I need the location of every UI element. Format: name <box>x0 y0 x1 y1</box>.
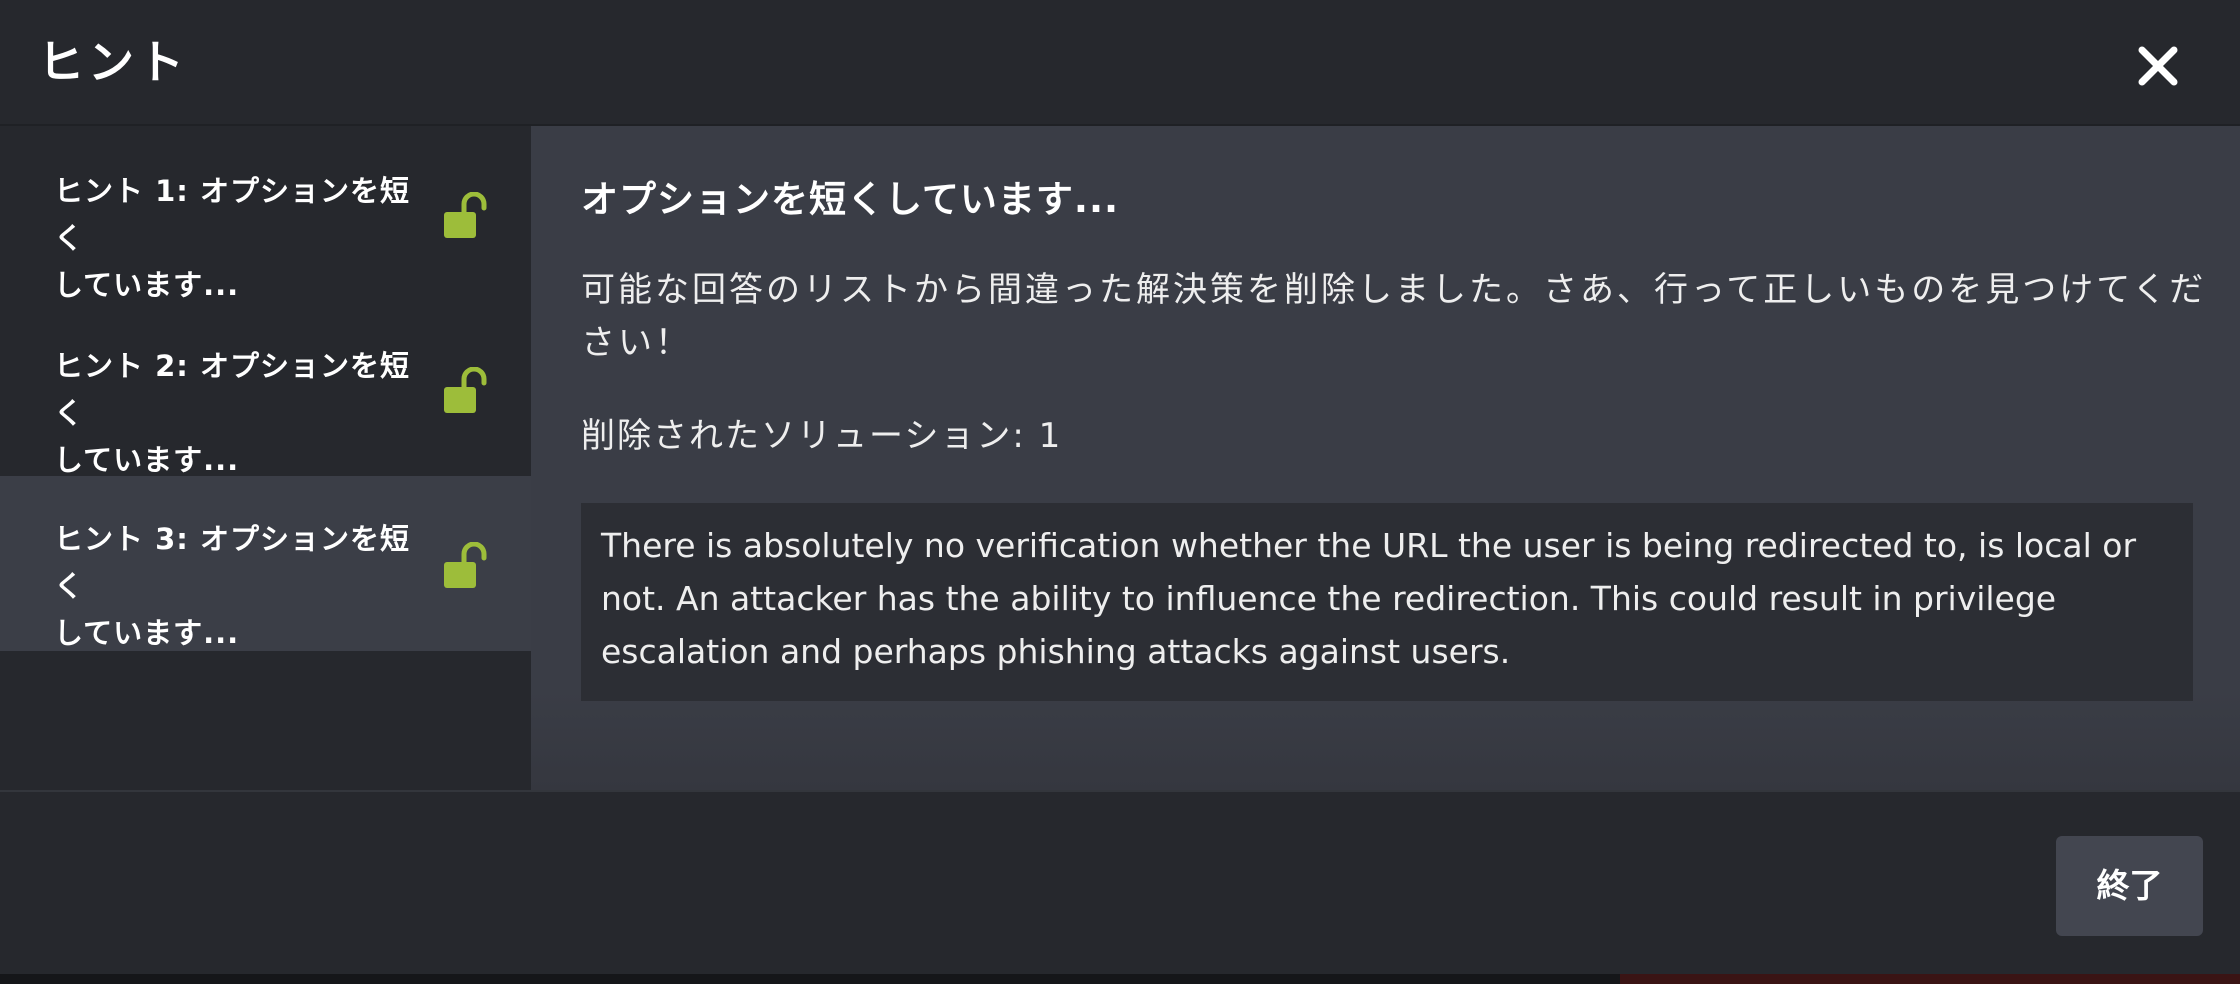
unlocked-lock-icon <box>444 542 487 588</box>
hint-item-label: ヒント 2: オプションを短く しています... <box>54 349 410 477</box>
solution-box: There is absolutely no verification whet… <box>581 503 2193 701</box>
hint-list: ヒント 1: オプションを短く しています... ヒント 2: オプションを短く… <box>0 126 531 790</box>
dialog-header: ヒント <box>0 0 2240 126</box>
hint-item-2[interactable]: ヒント 2: オプションを短く しています... <box>0 301 531 477</box>
hint-item-label: ヒント 3: オプションを短く しています... <box>54 522 410 650</box>
removed-solutions-count: 削除されたソリューション: 1 <box>581 416 1063 456</box>
hint-description: 可能な回答のリストから間違った解決策を削除しました。さあ、行って正しいものを見つ… <box>581 270 2207 363</box>
dialog-footer: 終了 <box>0 790 2240 974</box>
solution-text: There is absolutely no verification whet… <box>601 526 2137 671</box>
unlocked-lock-icon <box>444 192 487 238</box>
hint-item-3[interactable]: ヒント 3: オプションを短く しています... <box>0 476 531 651</box>
hint-dialog: ヒント ヒント 1: オプションを短く しています... ヒント 2: オプショ… <box>0 0 2240 974</box>
hint-title: オプションを短くしています... <box>581 178 1120 221</box>
hint-item-label: ヒント 1: オプションを短く しています... <box>54 174 410 302</box>
close-button[interactable] <box>2130 30 2186 94</box>
background-red-area <box>1620 974 2240 984</box>
finish-button[interactable]: 終了 <box>2056 836 2203 936</box>
hint-content-panel: オプションを短くしています... 可能な回答のリストから間違った解決策を削除しま… <box>531 126 2240 790</box>
dialog-title: ヒント <box>38 35 188 89</box>
hint-item-1[interactable]: ヒント 1: オプションを短く しています... <box>0 126 531 302</box>
close-icon <box>2138 46 2178 86</box>
background-strip <box>0 974 2240 984</box>
unlocked-lock-icon <box>444 367 487 413</box>
